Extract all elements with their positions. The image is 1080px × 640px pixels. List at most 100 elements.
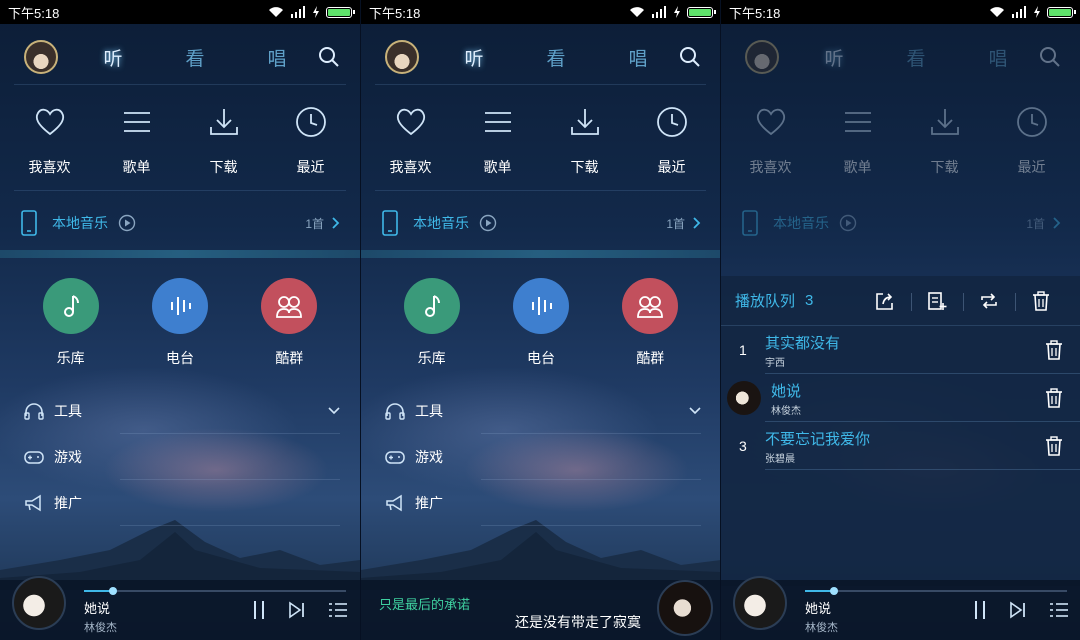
repeat-button[interactable] xyxy=(963,291,1015,311)
queue-song-title: 不要忘记我爱你 xyxy=(765,430,871,448)
wifi-icon xyxy=(630,7,644,17)
quick-playlists[interactable]: 歌单 xyxy=(97,105,177,177)
delete-icon[interactable] xyxy=(1045,388,1063,408)
tab-listen[interactable]: 听 xyxy=(464,44,483,71)
quick-recent[interactable]: 最近 xyxy=(632,105,712,177)
mini-player[interactable]: 她说 林俊杰 xyxy=(0,576,360,640)
song-artist: 林俊杰 xyxy=(805,622,838,634)
quick-playlists: 歌单 xyxy=(818,105,898,177)
categories: 乐库 电台 酷群 xyxy=(0,278,360,368)
tab-listen[interactable]: 听 xyxy=(103,44,122,71)
playback-progress[interactable] xyxy=(805,587,1067,595)
add-to-playlist-button[interactable] xyxy=(911,291,963,311)
category-group[interactable]: 酷群 xyxy=(610,278,690,368)
quick-favorites[interactable]: 我喜欢 xyxy=(371,105,451,177)
quick-favorites[interactable]: 我喜欢 xyxy=(10,105,90,177)
tab-watch[interactable]: 看 xyxy=(546,44,565,71)
next-icon[interactable] xyxy=(1009,601,1027,619)
queue-song-title: 其实都没有 xyxy=(765,334,841,352)
tab-sing[interactable]: 唱 xyxy=(267,44,286,71)
play-all-icon[interactable] xyxy=(118,214,136,232)
playback-progress[interactable] xyxy=(84,587,346,595)
menu-games[interactable]: 游戏 xyxy=(0,434,360,480)
queue-item[interactable]: 3 不要忘记我爱你 张碧晨 xyxy=(721,422,1080,470)
search-icon[interactable] xyxy=(318,46,340,68)
queue-count: 3 xyxy=(805,292,814,309)
queue-icon[interactable] xyxy=(1049,601,1069,619)
download-icon xyxy=(930,109,959,135)
search-icon[interactable] xyxy=(679,46,701,68)
tab-sing: 唱 xyxy=(988,48,1008,70)
quick-downloads[interactable]: 下载 xyxy=(545,105,625,177)
tab-sing[interactable]: 唱 xyxy=(628,44,647,71)
quick-playlists[interactable]: 歌单 xyxy=(458,105,538,177)
category-library[interactable]: 乐库 xyxy=(392,278,472,368)
queue-index: 1 xyxy=(739,342,747,358)
play-all-icon[interactable] xyxy=(479,214,497,232)
quick-label: 我喜欢 xyxy=(389,159,432,175)
group-icon xyxy=(637,296,664,318)
category-radio[interactable]: 电台 xyxy=(501,278,581,368)
category-radio[interactable]: 电台 xyxy=(140,278,220,368)
share-button[interactable] xyxy=(859,291,911,311)
local-music-row[interactable]: 本地音乐 1首 xyxy=(0,205,360,241)
lyrics-player[interactable]: 只是最后的承诺 还是没有带走了寂寞 xyxy=(361,580,720,640)
heart-icon xyxy=(396,108,425,136)
tab-watch[interactable]: 看 xyxy=(185,44,204,71)
queue-song-artist: 林俊杰 xyxy=(771,405,801,417)
chevron-down-icon[interactable] xyxy=(328,407,340,415)
download-icon xyxy=(570,109,599,135)
music-note-icon xyxy=(63,295,79,317)
separator xyxy=(481,525,701,526)
menu-tools[interactable]: 工具 xyxy=(0,388,360,434)
menu-promo[interactable]: 推广 xyxy=(0,480,360,526)
menu-label: 工具 xyxy=(415,403,443,419)
category-library[interactable]: 乐库 xyxy=(31,278,111,368)
separator xyxy=(120,525,340,526)
quick-recent[interactable]: 最近 xyxy=(271,105,351,177)
clock-icon xyxy=(295,107,326,137)
quick-label: 歌单 xyxy=(122,159,151,175)
queue-icon[interactable] xyxy=(328,601,348,619)
album-cover[interactable] xyxy=(12,576,66,630)
chevron-down-icon[interactable] xyxy=(689,407,701,415)
queue-item-playing[interactable]: 她说 林俊杰 xyxy=(721,374,1080,422)
progress-knob[interactable] xyxy=(108,587,117,595)
delete-icon[interactable] xyxy=(1045,340,1063,360)
user-avatar[interactable] xyxy=(385,40,419,74)
menu-tools[interactable]: 工具 xyxy=(361,388,720,434)
download-icon xyxy=(209,109,238,135)
next-icon[interactable] xyxy=(288,601,306,619)
local-music-row[interactable]: 本地音乐 1首 xyxy=(361,205,720,241)
queue-header: 播放队列 3 xyxy=(721,276,1080,326)
pause-icon[interactable] xyxy=(973,600,987,620)
heart-icon xyxy=(756,108,785,136)
category-circle xyxy=(261,278,318,334)
screen-home-lyrics: 下午5:18 听 看 唱 我喜欢 歌单 下载 最近 本地音乐 1首 乐库 电台 … xyxy=(360,0,720,640)
pause-icon[interactable] xyxy=(252,600,266,620)
category-label: 乐库 xyxy=(56,350,85,366)
queue-item[interactable]: 1 其实都没有 宇西 xyxy=(721,326,1080,374)
progress-knob[interactable] xyxy=(829,587,838,595)
group-icon xyxy=(276,296,303,318)
menu-games[interactable]: 游戏 xyxy=(361,434,720,480)
quick-downloads[interactable]: 下载 xyxy=(184,105,264,177)
user-avatar[interactable] xyxy=(24,40,58,74)
clear-queue-button[interactable] xyxy=(1015,290,1067,311)
quick-label: 我喜欢 xyxy=(28,159,71,175)
category-circle xyxy=(512,278,569,334)
divider xyxy=(375,84,706,85)
mini-player[interactable]: 她说 林俊杰 xyxy=(721,576,1080,640)
menu-promo[interactable]: 推广 xyxy=(361,480,720,526)
top-nav: 听 看 唱 xyxy=(0,32,360,82)
status-time: 下午5:18 xyxy=(8,5,60,21)
album-cover[interactable] xyxy=(657,580,713,636)
section-band xyxy=(361,250,720,258)
top-nav: 听 看 唱 xyxy=(721,32,1080,82)
category-group[interactable]: 酷群 xyxy=(249,278,329,368)
now-playing-avatar xyxy=(727,381,761,415)
menu-label: 推广 xyxy=(415,495,443,511)
play-queue-panel: 播放队列 3 1 其实都没有 宇西 她说 林俊杰 3 不要忘记我爱你 张碧晨 xyxy=(721,276,1080,586)
delete-icon[interactable] xyxy=(1045,436,1063,456)
album-cover[interactable] xyxy=(733,576,787,630)
